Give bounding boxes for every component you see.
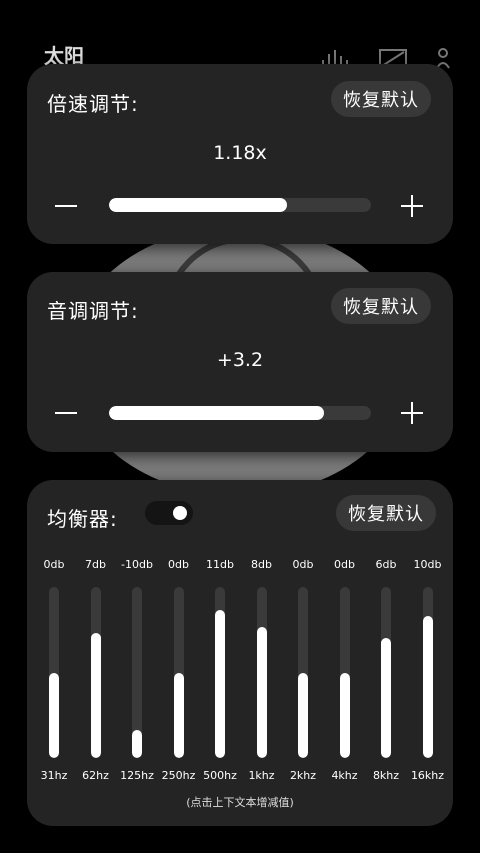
band-db-label[interactable]: 11db xyxy=(200,558,240,571)
band-frequency-label[interactable]: 62hz xyxy=(76,769,116,782)
band-frequency-label[interactable]: 31hz xyxy=(34,769,74,782)
band-frequency-label[interactable]: 250hz xyxy=(159,769,199,782)
band-frequency-label[interactable]: 125hz xyxy=(117,769,157,782)
band-level xyxy=(381,638,391,758)
band-level xyxy=(49,672,59,758)
pitch-reset-button[interactable]: 恢复默认 xyxy=(331,288,431,324)
band-db-label[interactable]: 0db xyxy=(325,558,365,571)
equalizer-reset-button[interactable]: 恢复默认 xyxy=(336,495,436,531)
pitch-decrease-button[interactable] xyxy=(55,412,77,414)
speed-title: 倍速调节: xyxy=(47,92,139,116)
speed-increase-button[interactable] xyxy=(401,195,423,217)
band-frequency-label[interactable]: 500hz xyxy=(200,769,240,782)
band-slider[interactable] xyxy=(173,587,184,758)
band-level xyxy=(90,632,101,758)
band-frequency-label[interactable]: 4khz xyxy=(325,769,365,782)
band-level xyxy=(132,729,142,758)
band-level xyxy=(339,672,350,758)
band-slider[interactable] xyxy=(381,587,391,758)
pitch-card: 音调调节: 恢复默认 +3.2 xyxy=(27,272,453,452)
band-db-label[interactable]: -10db xyxy=(117,558,157,571)
band-slider[interactable] xyxy=(90,587,101,758)
pitch-slider[interactable] xyxy=(109,406,371,420)
speed-slider-fill xyxy=(109,198,288,212)
equalizer-card: 均衡器: 恢复默认 0db 31hz 7db 62hz -10db 125hz 0db 250… xyxy=(27,480,453,826)
equalizer-toggle[interactable] xyxy=(145,501,193,525)
band-frequency-label[interactable]: 2khz xyxy=(283,769,323,782)
speed-value: 1.18x xyxy=(213,142,267,164)
band-slider[interactable] xyxy=(49,587,59,758)
band-level xyxy=(256,626,267,758)
toggle-knob xyxy=(173,506,187,520)
band-db-label[interactable]: 6db xyxy=(366,558,406,571)
band-slider[interactable] xyxy=(298,587,308,758)
band-frequency-label[interactable]: 1khz xyxy=(242,769,282,782)
pitch-slider-fill xyxy=(109,406,324,420)
band-db-label[interactable]: 0db xyxy=(159,558,199,571)
band-db-label[interactable]: 7db xyxy=(76,558,116,571)
band-slider[interactable] xyxy=(339,587,350,758)
band-slider[interactable] xyxy=(132,587,142,758)
band-level xyxy=(215,609,225,758)
band-frequency-label[interactable]: 8khz xyxy=(366,769,406,782)
equalizer-hint: (点击上下文本增减值) xyxy=(186,796,294,809)
band-level xyxy=(173,672,184,758)
band-slider[interactable] xyxy=(256,587,267,758)
band-level xyxy=(298,672,308,758)
speed-decrease-button[interactable] xyxy=(55,205,77,207)
band-slider[interactable] xyxy=(215,587,225,758)
band-db-label[interactable]: 0db xyxy=(283,558,323,571)
band-frequency-label[interactable]: 16khz xyxy=(408,769,448,782)
band-db-label[interactable]: 8db xyxy=(242,558,282,571)
speed-card: 倍速调节: 恢复默认 1.18x xyxy=(27,64,453,244)
pitch-value: +3.2 xyxy=(216,349,264,371)
speed-slider[interactable] xyxy=(109,198,371,212)
band-db-label[interactable]: 0db xyxy=(34,558,74,571)
band-level xyxy=(422,615,433,758)
pitch-increase-button[interactable] xyxy=(401,402,423,424)
pitch-title: 音调调节: xyxy=(47,299,139,323)
speed-reset-button[interactable]: 恢复默认 xyxy=(331,81,431,117)
band-db-label[interactable]: 10db xyxy=(408,558,448,571)
band-slider[interactable] xyxy=(422,587,433,758)
equalizer-title: 均衡器: xyxy=(47,507,118,531)
